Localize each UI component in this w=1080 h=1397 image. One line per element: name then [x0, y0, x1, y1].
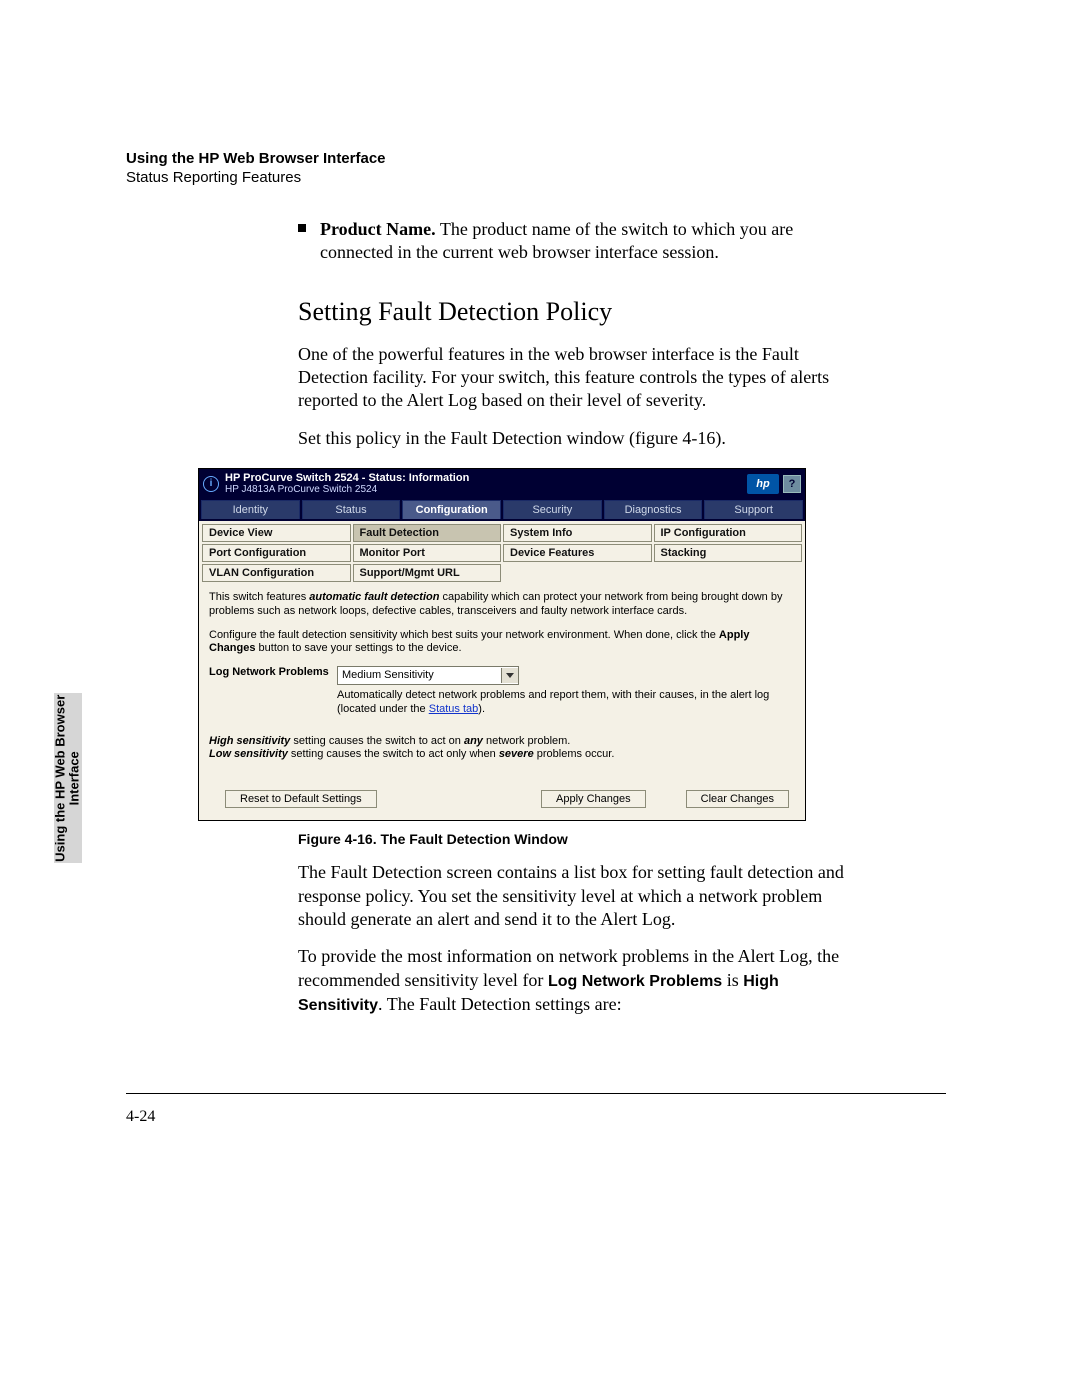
- clear-changes-button[interactable]: Clear Changes: [686, 790, 789, 808]
- page-content: Using the HP Web Browser Interface Statu…: [126, 150, 946, 1016]
- tab-diagnostics[interactable]: Diagnostics: [604, 500, 703, 519]
- subtab-device-view[interactable]: Device View: [202, 524, 351, 542]
- body-paragraph: To provide the most information on netwo…: [298, 945, 858, 1016]
- sensitivity-dropdown[interactable]: Medium Sensitivity: [337, 666, 519, 685]
- subtab-stacking[interactable]: Stacking: [654, 544, 803, 562]
- window-title: HP ProCurve Switch 2524 - Status: Inform…: [225, 472, 469, 484]
- sensitivity-description: Automatically detect network problems an…: [337, 689, 795, 717]
- bullet-item: Product Name. The product name of the sw…: [298, 218, 858, 265]
- bullet-text: Product Name. The product name of the sw…: [320, 218, 858, 265]
- tab-identity[interactable]: Identity: [201, 500, 300, 519]
- subtab-system-info[interactable]: System Info: [503, 524, 652, 542]
- figure-caption: Figure 4-16. The Fault Detection Window: [298, 831, 806, 847]
- window-subtitle: HP J4813A ProCurve Switch 2524: [225, 484, 469, 495]
- tab-support[interactable]: Support: [704, 500, 803, 519]
- section-heading: Setting Fault Detection Policy: [298, 295, 858, 329]
- footer-rule: [126, 1093, 946, 1094]
- apply-changes-button[interactable]: Apply Changes: [541, 790, 646, 808]
- figure-paragraph: Configure the fault detection sensitivit…: [209, 629, 795, 657]
- square-bullet-icon: [298, 224, 306, 232]
- sensitivity-value: Medium Sensitivity: [338, 669, 438, 683]
- window-titlebar: i HP ProCurve Switch 2524 - Status: Info…: [199, 469, 805, 500]
- subtab-grid: Device View Fault Detection System Info …: [199, 521, 805, 585]
- page-number: 4-24: [126, 1108, 155, 1126]
- body-paragraph: Set this policy in the Fault Detection w…: [298, 427, 858, 450]
- tab-configuration[interactable]: Configuration: [402, 500, 501, 519]
- subtab-ip-configuration[interactable]: IP Configuration: [654, 524, 803, 542]
- hp-logo-icon: hp: [747, 474, 779, 494]
- side-tab-label: Using the HP Web Browser Interface: [54, 694, 83, 861]
- running-head-section: Status Reporting Features: [126, 169, 946, 186]
- status-tab-link[interactable]: Status tab: [429, 703, 479, 715]
- tab-status[interactable]: Status: [302, 500, 401, 519]
- log-network-problems-label: Log Network Problems: [209, 666, 329, 680]
- nav-tabs: Identity Status Configuration Security D…: [199, 500, 805, 521]
- chevron-down-icon[interactable]: [501, 668, 518, 683]
- reset-defaults-button[interactable]: Reset to Default Settings: [225, 790, 377, 808]
- help-icon[interactable]: ?: [783, 475, 801, 493]
- body-paragraph: One of the powerful features in the web …: [298, 343, 858, 413]
- tab-security[interactable]: Security: [503, 500, 602, 519]
- running-head-chapter: Using the HP Web Browser Interface: [126, 150, 946, 167]
- figure-fault-detection-window: i HP ProCurve Switch 2524 - Status: Info…: [198, 468, 806, 821]
- subtab-vlan-configuration[interactable]: VLAN Configuration: [202, 564, 351, 582]
- sensitivity-note-high: High sensitivity setting causes the swit…: [209, 735, 795, 749]
- subtab-support-mgmt-url[interactable]: Support/Mgmt URL: [353, 564, 502, 582]
- figure-paragraph: This switch features automatic fault det…: [209, 591, 795, 619]
- subtab-monitor-port[interactable]: Monitor Port: [353, 544, 502, 562]
- subtab-port-configuration[interactable]: Port Configuration: [202, 544, 351, 562]
- sensitivity-note-low: Low sensitivity setting causes the switc…: [209, 748, 795, 762]
- subtab-fault-detection[interactable]: Fault Detection: [353, 524, 502, 542]
- info-icon: i: [203, 476, 219, 492]
- side-tab: Using the HP Web Browser Interface: [54, 693, 82, 863]
- body-paragraph: The Fault Detection screen contains a li…: [298, 861, 858, 931]
- subtab-device-features[interactable]: Device Features: [503, 544, 652, 562]
